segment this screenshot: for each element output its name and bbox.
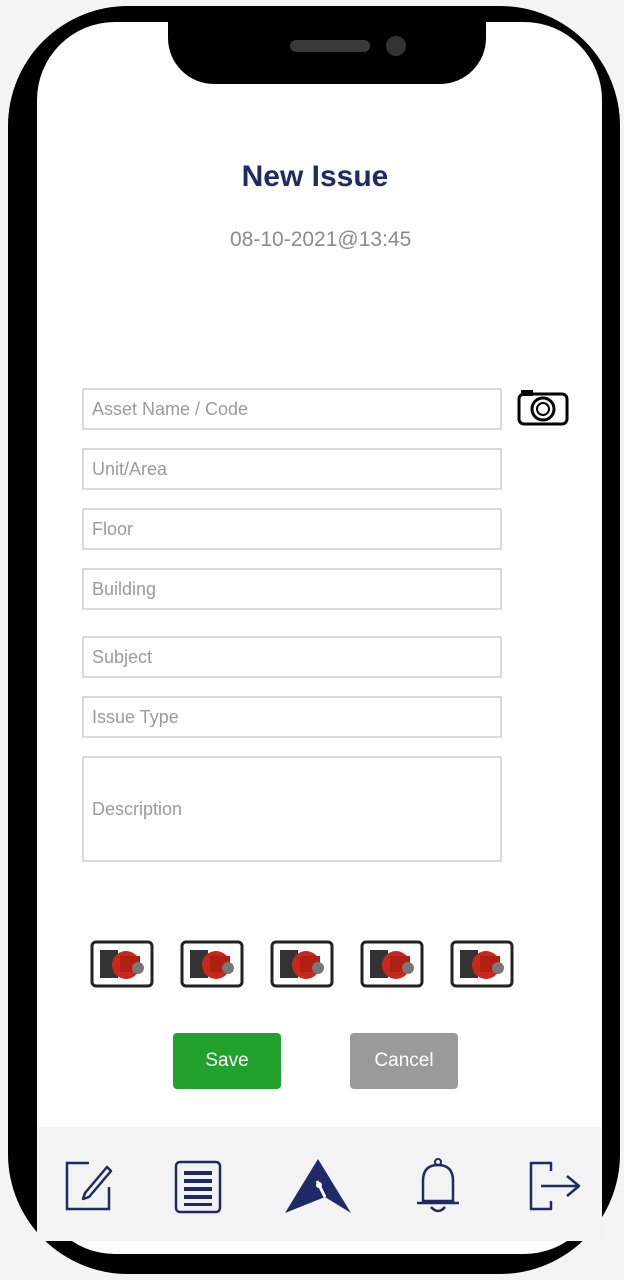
camera-icon[interactable] [517, 388, 569, 426]
description-placeholder: Description [92, 799, 183, 819]
attachment-thumbnail-2[interactable] [180, 938, 244, 990]
list-icon[interactable] [173, 1159, 223, 1220]
front-camera [386, 36, 406, 56]
attachment-thumbnail-1[interactable] [90, 938, 154, 990]
cancel-button[interactable]: Cancel [350, 1033, 458, 1089]
unit-area-field[interactable]: Unit/Area [82, 448, 502, 490]
home-logo-icon[interactable] [283, 1157, 353, 1220]
building-field[interactable]: Building [82, 568, 502, 610]
speaker [290, 40, 370, 52]
asset-name-field[interactable]: Asset Name / Code [82, 388, 502, 430]
attachment-thumbnail-3[interactable] [270, 938, 334, 990]
description-field[interactable]: Description [82, 756, 502, 862]
attachment-thumbnail-4[interactable] [360, 938, 424, 990]
issue-datetime: 08-10-2021@13:45 [230, 228, 412, 251]
issue-type-field[interactable]: Issue Type [82, 696, 502, 738]
floor-field[interactable]: Floor [82, 508, 502, 550]
logout-icon[interactable] [527, 1157, 587, 1220]
subject-placeholder: Subject [92, 647, 153, 667]
edit-icon[interactable] [63, 1157, 113, 1218]
building-placeholder: Building [92, 579, 157, 599]
bell-icon[interactable] [413, 1157, 463, 1220]
page-title: New Issue [241, 160, 389, 193]
floor-placeholder: Floor [92, 519, 134, 539]
bottom-nav [37, 1127, 602, 1241]
attachment-thumbnail-5[interactable] [450, 938, 514, 990]
unit-area-placeholder: Unit/Area [92, 459, 168, 479]
notch [168, 6, 486, 84]
subject-field[interactable]: Subject [82, 636, 502, 678]
asset-name-placeholder: Asset Name / Code [92, 399, 249, 419]
save-button[interactable]: Save [173, 1033, 281, 1089]
issue-type-placeholder: Issue Type [92, 707, 179, 727]
